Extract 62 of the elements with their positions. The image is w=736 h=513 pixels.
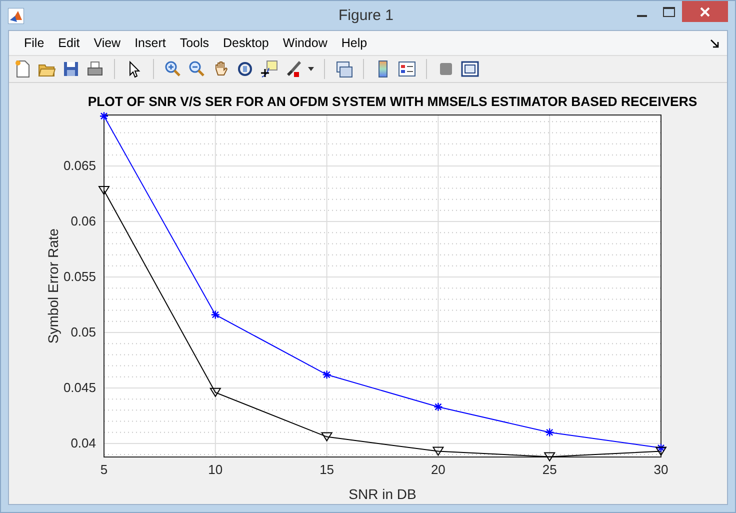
- new-file-icon: [14, 60, 32, 78]
- triangle-marker: [655, 446, 667, 456]
- x-tick-label: 25: [542, 462, 557, 477]
- print-icon: [86, 60, 104, 78]
- zoom-in-icon: [164, 60, 182, 78]
- y-tick-label: 0.055: [63, 269, 96, 284]
- maximize-icon: [662, 6, 674, 16]
- menu-item[interactable]: File: [17, 36, 52, 50]
- asterisk-marker: [210, 310, 220, 320]
- triangle-marker: [98, 186, 110, 196]
- chart-title: PLOT OF SNR V/S SER FOR AN OFDM SYSTEM WITH MMSE/LS ESTIMATOR BASED RECEIVERS: [88, 94, 698, 109]
- close-icon: [700, 6, 710, 16]
- asterisk-marker: [545, 428, 554, 437]
- window-panel-icon: [461, 60, 479, 78]
- menu-item[interactable]: Insert: [128, 36, 173, 50]
- caret-icon: [308, 67, 314, 71]
- asterisk-marker: [434, 402, 443, 412]
- data-cursor-button[interactable]: [259, 59, 279, 79]
- y-tick-label: 0.045: [63, 380, 96, 395]
- triangle-marker: [320, 432, 333, 442]
- menu-item[interactable]: Tools: [172, 36, 216, 50]
- y-tick-label: 0.065: [63, 158, 96, 174]
- asterisk-marker: [656, 443, 666, 452]
- app-icon: [8, 8, 24, 24]
- x-tick-label: 20: [430, 462, 446, 477]
- dock-arrow-icon[interactable]: [710, 38, 719, 48]
- y-tick-label: 0.04: [70, 435, 96, 450]
- legend-button[interactable]: [397, 59, 417, 79]
- minimize-icon: [636, 14, 646, 16]
- legend-icon: [398, 60, 416, 78]
- zoom-out-button[interactable]: [187, 59, 207, 79]
- triangle-marker: [210, 388, 222, 398]
- rotate-icon: [236, 60, 254, 78]
- menu-item[interactable]: Help: [334, 36, 374, 50]
- menu-item[interactable]: Desktop: [216, 36, 276, 50]
- menu-item[interactable]: Edit: [51, 36, 87, 50]
- square-icon: [437, 60, 455, 78]
- asterisk-marker: [322, 370, 332, 380]
- window-title: Figure 1: [337, 7, 395, 24]
- zoom-in-button[interactable]: [163, 59, 183, 79]
- save-icon: [62, 60, 80, 78]
- link-plot-icon: [335, 60, 353, 78]
- menu-item[interactable]: View: [86, 36, 128, 50]
- x-tick-label: 15: [320, 462, 334, 477]
- x-axis-label: SNR in DB: [348, 486, 416, 502]
- x-tick-label: 5: [100, 462, 108, 477]
- asterisk-marker: [99, 112, 109, 121]
- x-tick-label: 10: [208, 462, 223, 477]
- close-button[interactable]: [682, 1, 728, 22]
- save-button[interactable]: [61, 59, 81, 79]
- menu-item[interactable]: Window: [276, 36, 334, 50]
- data-cursor-icon: [260, 60, 278, 78]
- triangle-marker: [432, 446, 444, 456]
- y-tick-label: 0.06: [70, 214, 96, 229]
- show-tools-button[interactable]: [460, 59, 480, 79]
- x-tick-label: 30: [654, 462, 668, 477]
- zoom-out-icon: [188, 60, 206, 78]
- link-plot-button[interactable]: [334, 59, 354, 79]
- triangle-marker: [544, 452, 556, 462]
- y-tick-label: 0.05: [70, 324, 96, 340]
- y-axis-label: Symbol Error Rate: [45, 228, 61, 344]
- rotate-button[interactable]: [235, 59, 255, 79]
